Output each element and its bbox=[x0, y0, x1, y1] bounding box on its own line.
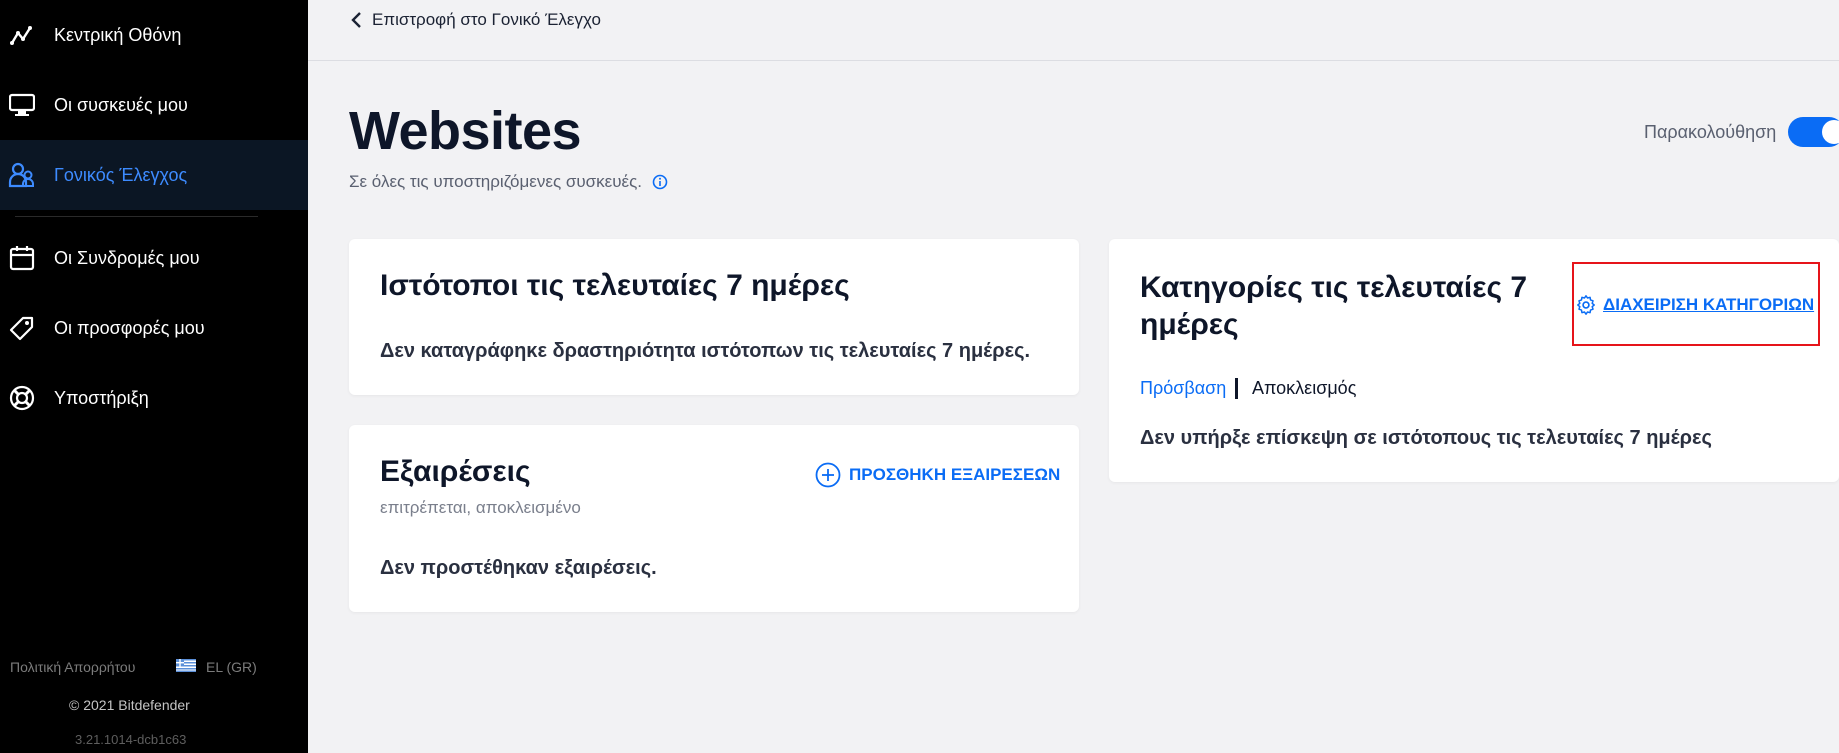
sidebar-item-parental-control[interactable]: Γονικός Έλεγχος bbox=[0, 140, 308, 210]
monitor-icon bbox=[8, 91, 36, 119]
page-subtitle: Σε όλες τις υποστηριζόμενες συσκευές. bbox=[349, 172, 668, 192]
greek-flag-icon bbox=[176, 659, 196, 672]
info-icon[interactable] bbox=[652, 174, 668, 190]
monitoring-toggle[interactable] bbox=[1788, 117, 1839, 147]
sidebar-divider bbox=[15, 216, 258, 217]
privacy-policy-link[interactable]: Πολιτική Απορρήτου bbox=[10, 659, 135, 675]
language-selector[interactable]: EL (GR) bbox=[206, 659, 257, 675]
back-to-parental-control-link[interactable]: Επιστροφή στο Γονικό Έλεγχο bbox=[350, 10, 601, 30]
calendar-icon bbox=[8, 244, 36, 272]
categories-empty-text: Δεν υπήρξε επίσκεψη σε ιστότοπους τις τε… bbox=[1140, 427, 1712, 449]
sidebar-item-support[interactable]: Υποστήριξη bbox=[0, 363, 308, 433]
exceptions-card-title: Εξαιρέσεις bbox=[380, 455, 531, 488]
exceptions-empty-text: Δεν προστέθηκαν εξαιρέσεις. bbox=[380, 557, 657, 579]
websites-empty-text: Δεν καταγράφηκε δραστηριότητα ιστότοπων … bbox=[380, 340, 1031, 362]
sidebar-item-label: Οι συσκευές μου bbox=[54, 94, 188, 115]
categories-title-line2: ημέρες bbox=[1140, 308, 1239, 341]
monitoring-label: Παρακολούθηση bbox=[1644, 122, 1777, 142]
sidebar-item-dashboard[interactable]: Κεντρική Οθόνη bbox=[0, 0, 308, 70]
plus-circle-icon bbox=[815, 462, 841, 488]
back-link-label: Επιστροφή στο Γονικό Έλεγχο bbox=[372, 10, 601, 29]
toggle-knob bbox=[1822, 120, 1839, 144]
page-title: Websites bbox=[349, 101, 582, 161]
sidebar-item-label: Γονικός Έλεγχος bbox=[54, 164, 188, 185]
websites-card-title: Ιστότοποι τις τελευταίες 7 ημέρες bbox=[380, 269, 850, 302]
exceptions-card: Εξαιρέσεις επιτρέπεται, αποκλεισμένο ΠΡΟ… bbox=[349, 425, 1079, 612]
sidebar-item-offers[interactable]: Οι προσφορές μου bbox=[0, 293, 308, 363]
add-exceptions-button[interactable]: ΠΡΟΣΘΗΚΗ ΕΞΑΙΡΕΣΕΩΝ bbox=[815, 462, 1060, 488]
sidebar: Κεντρική Οθόνη Οι συσκευές μου Γονικός Έ… bbox=[0, 0, 308, 753]
sidebar-item-label: Κεντρική Οθόνη bbox=[54, 24, 182, 45]
parental-icon bbox=[8, 161, 36, 189]
highlight-annotation-box bbox=[1572, 262, 1820, 346]
sidebar-item-label: Οι προσφορές μου bbox=[54, 317, 205, 338]
copyright-text: © 2021 Bitdefender bbox=[69, 697, 190, 713]
lifebuoy-icon bbox=[8, 384, 36, 412]
sidebar-item-label: Οι Συνδρομές μου bbox=[54, 247, 200, 268]
version-text: 3.21.1014-dcb1c63 bbox=[75, 732, 187, 747]
page-subtitle-text: Σε όλες τις υποστηριζόμενες συσκευές. bbox=[349, 172, 643, 191]
chevron-left-icon bbox=[351, 12, 361, 28]
add-exceptions-label: ΠΡΟΣΘΗΚΗ ΕΞΑΙΡΕΣΕΩΝ bbox=[849, 465, 1061, 484]
tab-blocked[interactable]: Αποκλεισμός bbox=[1252, 378, 1356, 399]
sidebar-item-devices[interactable]: Οι συσκευές μου bbox=[0, 70, 308, 140]
sidebar-item-subscriptions[interactable]: Οι Συνδρομές μου bbox=[0, 223, 308, 293]
activity-icon bbox=[8, 21, 36, 49]
categories-title-line1: Κατηγορίες τις τελευταίες 7 bbox=[1140, 271, 1528, 304]
websites-card: Ιστότοποι τις τελευταίες 7 ημέρες Δεν κα… bbox=[349, 239, 1079, 395]
tab-access[interactable]: Πρόσβαση bbox=[1140, 378, 1226, 399]
categories-card-title: Κατηγορίες τις τελευταίες 7 ημέρες bbox=[1140, 269, 1527, 343]
sidebar-item-label: Υποστήριξη bbox=[54, 387, 149, 408]
exceptions-subtitle: επιτρέπεται, αποκλεισμένο bbox=[380, 498, 581, 517]
tag-icon bbox=[8, 314, 36, 342]
topbar: Επιστροφή στο Γονικό Έλεγχο bbox=[308, 0, 1839, 61]
tab-divider bbox=[1235, 378, 1238, 399]
